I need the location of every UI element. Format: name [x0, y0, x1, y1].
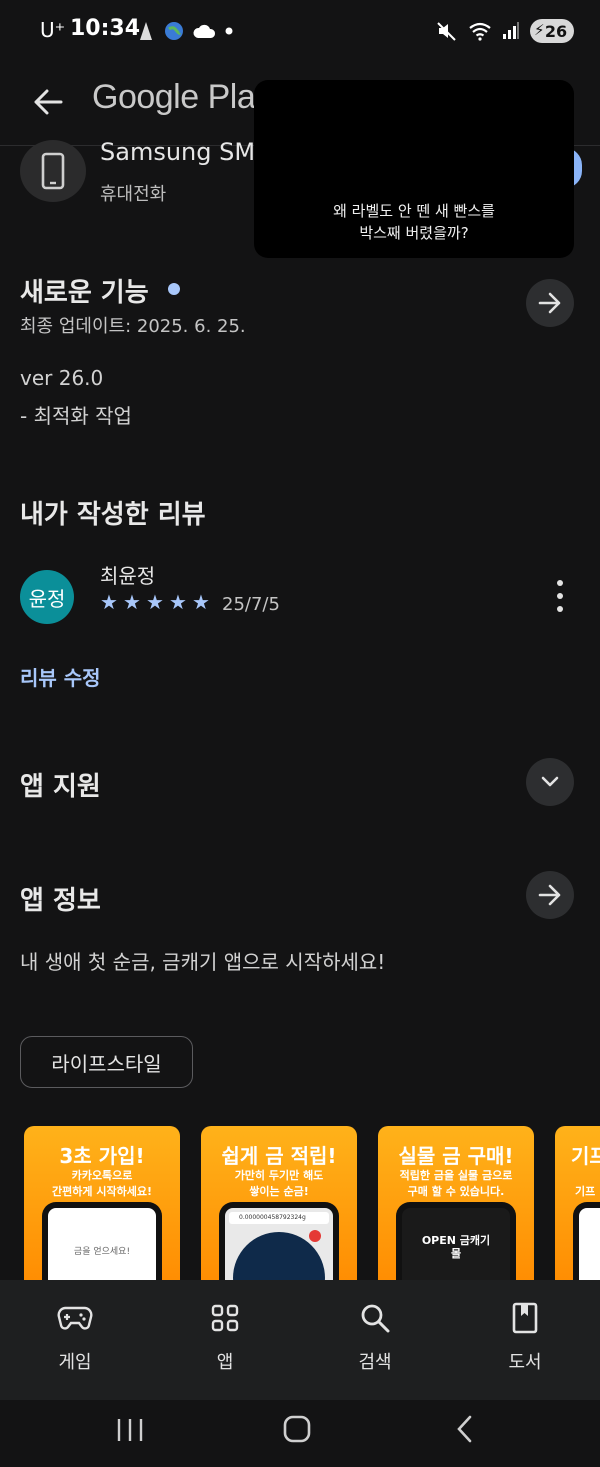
system-status-icons: ⚡ 26: [436, 18, 574, 44]
star-icon: ★: [192, 590, 210, 614]
screenshot-title: 실물 금 구매!: [398, 1144, 514, 1168]
star-icon: ★: [100, 590, 118, 614]
release-note: - 최적화 작업: [20, 404, 132, 428]
home-icon: [283, 1415, 311, 1443]
nav-search[interactable]: 검색: [325, 1298, 425, 1374]
screenshot-subtitle-line: 가만히 두기만 해도: [234, 1169, 324, 1182]
app-info-title: 앱 정보: [20, 886, 101, 916]
star-rating: ★ ★ ★ ★ ★: [100, 592, 212, 612]
version-text: ver 26.0: [20, 366, 104, 390]
recents-icon: [117, 1419, 143, 1441]
screenshot-card[interactable]: 쉽게 금 적립! 가만히 두기만 해도 쌓이는 순금! 0.0000004587…: [201, 1126, 357, 1296]
review-date: 25/7/5: [222, 594, 280, 615]
status-bar: U⁺ 10:34 ⚡ 26: [0, 0, 600, 62]
avatar: 윤정: [20, 570, 74, 624]
floating-popup[interactable]: 왜 라벨도 안 뗀 새 빤스를 박스째 버렸을까?: [254, 80, 574, 258]
more-vert-dot: [557, 580, 563, 586]
arrow-right-icon: [538, 884, 561, 906]
screenshot-subtitle: 가만히 두기만 해도 쌓이는 순금!: [201, 1168, 357, 1200]
arrow-right-icon: [538, 292, 561, 314]
app-support-title: 앱 지원: [20, 772, 101, 802]
carrier-label: U⁺: [40, 18, 66, 42]
home-button[interactable]: [282, 1414, 312, 1448]
device-icon-badge: [20, 140, 86, 202]
notification-icons: [136, 18, 234, 44]
battery-indicator: ⚡ 26: [530, 19, 574, 43]
star-icon: ★: [169, 590, 187, 614]
app-support-expand-button[interactable]: [526, 758, 574, 806]
screenshot-title: 쉽게 금 적립!: [221, 1144, 337, 1168]
screenshot-subtitle-line: 구매 할 수 있습니다.: [407, 1185, 505, 1198]
nav-apps[interactable]: 앱: [175, 1298, 275, 1374]
more-vert-dot: [557, 606, 563, 612]
screenshot-subtitle-line: 카카오톡으로: [71, 1169, 133, 1182]
signal-icon: [503, 22, 519, 39]
nav-books[interactable]: 도서: [475, 1298, 575, 1374]
charging-icon: ⚡: [534, 21, 545, 39]
screenshot-subtitle-line: 쌓이는 순금!: [249, 1185, 309, 1198]
edit-review-link[interactable]: 리뷰 수정: [20, 662, 101, 691]
app-notification-icon: [140, 22, 152, 40]
more-vert-dot: [557, 593, 563, 599]
my-review-title: 내가 작성한 리뷰: [20, 500, 206, 530]
apps-grid-icon: [175, 1298, 275, 1338]
nav-label: 검색: [358, 1352, 392, 1373]
back-button[interactable]: [26, 80, 70, 124]
review-more-options-button[interactable]: [546, 580, 574, 612]
screenshot-card[interactable]: 기프 기프: [555, 1126, 600, 1296]
last-updated: 최종 업데이트: 2025. 6. 25.: [20, 316, 246, 337]
arrow-left-icon: [34, 89, 63, 115]
screen-text: 0.000000458792324g: [229, 1212, 329, 1224]
nav-label: 앱: [216, 1352, 234, 1373]
whats-new-title: 새로운 기능: [20, 278, 149, 308]
screenshot-card[interactable]: 3초 가입! 카카오톡으로 간편하게 시작하세요! 금을 얻으세요!: [24, 1126, 180, 1296]
screenshot-title: 3초 가입!: [59, 1144, 145, 1168]
device-name: Samsung SM: [100, 138, 256, 166]
screenshot-subtitle-line: 간편하게 시작하세요!: [52, 1185, 152, 1198]
cloud-icon: [193, 24, 216, 38]
battery-level: 26: [544, 21, 568, 41]
screen-text: 금을 얻으세요!: [73, 1247, 131, 1257]
popup-line-2: 박스째 버렸을까?: [359, 224, 469, 242]
chevron-down-icon: [541, 776, 559, 787]
screenshot-subtitle: 기프: [575, 1185, 596, 1198]
globe-icon: [165, 22, 183, 40]
search-icon: [325, 1298, 425, 1338]
mute-icon: [437, 22, 456, 41]
recent-apps-button[interactable]: [114, 1416, 146, 1448]
app-info-arrow-button[interactable]: [526, 871, 574, 919]
bottom-navigation: 게임 앱 검색 도서: [0, 1280, 600, 1400]
badge-icon: [309, 1230, 321, 1242]
device-type: 휴대전화: [100, 184, 167, 205]
screen-text: OPEN 금캐기 몰: [421, 1234, 491, 1260]
star-icon: ★: [146, 590, 164, 614]
screenshot-card[interactable]: 실물 금 구매! 적립한 금을 실물 금으로 구매 할 수 있습니다. OPEN…: [378, 1126, 534, 1296]
screenshot-subtitle-line: 적립한 금을 실물 금으로: [399, 1169, 513, 1182]
star-icon: ★: [123, 590, 141, 614]
smartphone-icon: [41, 152, 65, 190]
reviewer-name: 최윤정: [100, 564, 156, 588]
popup-message: 왜 라벨도 안 뗀 새 빤스를 박스째 버렸을까?: [254, 200, 574, 244]
dot-icon: [225, 27, 233, 35]
popup-line-1: 왜 라벨도 안 뗀 새 빤스를: [333, 202, 495, 220]
system-back-button[interactable]: [452, 1414, 478, 1448]
gamepad-icon: [25, 1298, 125, 1338]
wifi-icon: [469, 22, 491, 41]
nav-label: 게임: [58, 1352, 92, 1373]
clock: 10:34: [70, 16, 141, 41]
nav-label: 도서: [508, 1352, 542, 1373]
new-indicator-dot: [168, 283, 180, 295]
app-description: 내 생애 첫 순금, 금캐기 앱으로 시작하세요!: [20, 950, 386, 974]
screenshot-subtitle: 적립한 금을 실물 금으로 구매 할 수 있습니다.: [378, 1168, 534, 1200]
category-chip[interactable]: 라이프스타일: [20, 1036, 193, 1088]
book-icon: [475, 1298, 575, 1338]
screenshot-subtitle: 카카오톡으로 간편하게 시작하세요!: [24, 1168, 180, 1200]
google-play-logo-text: Google Play: [92, 78, 272, 116]
system-navigation-bar: [0, 1400, 600, 1467]
nav-games[interactable]: 게임: [25, 1298, 125, 1374]
screenshot-title: 기프: [571, 1144, 600, 1168]
chevron-left-icon: [457, 1415, 472, 1443]
whats-new-arrow-button[interactable]: [526, 279, 574, 327]
